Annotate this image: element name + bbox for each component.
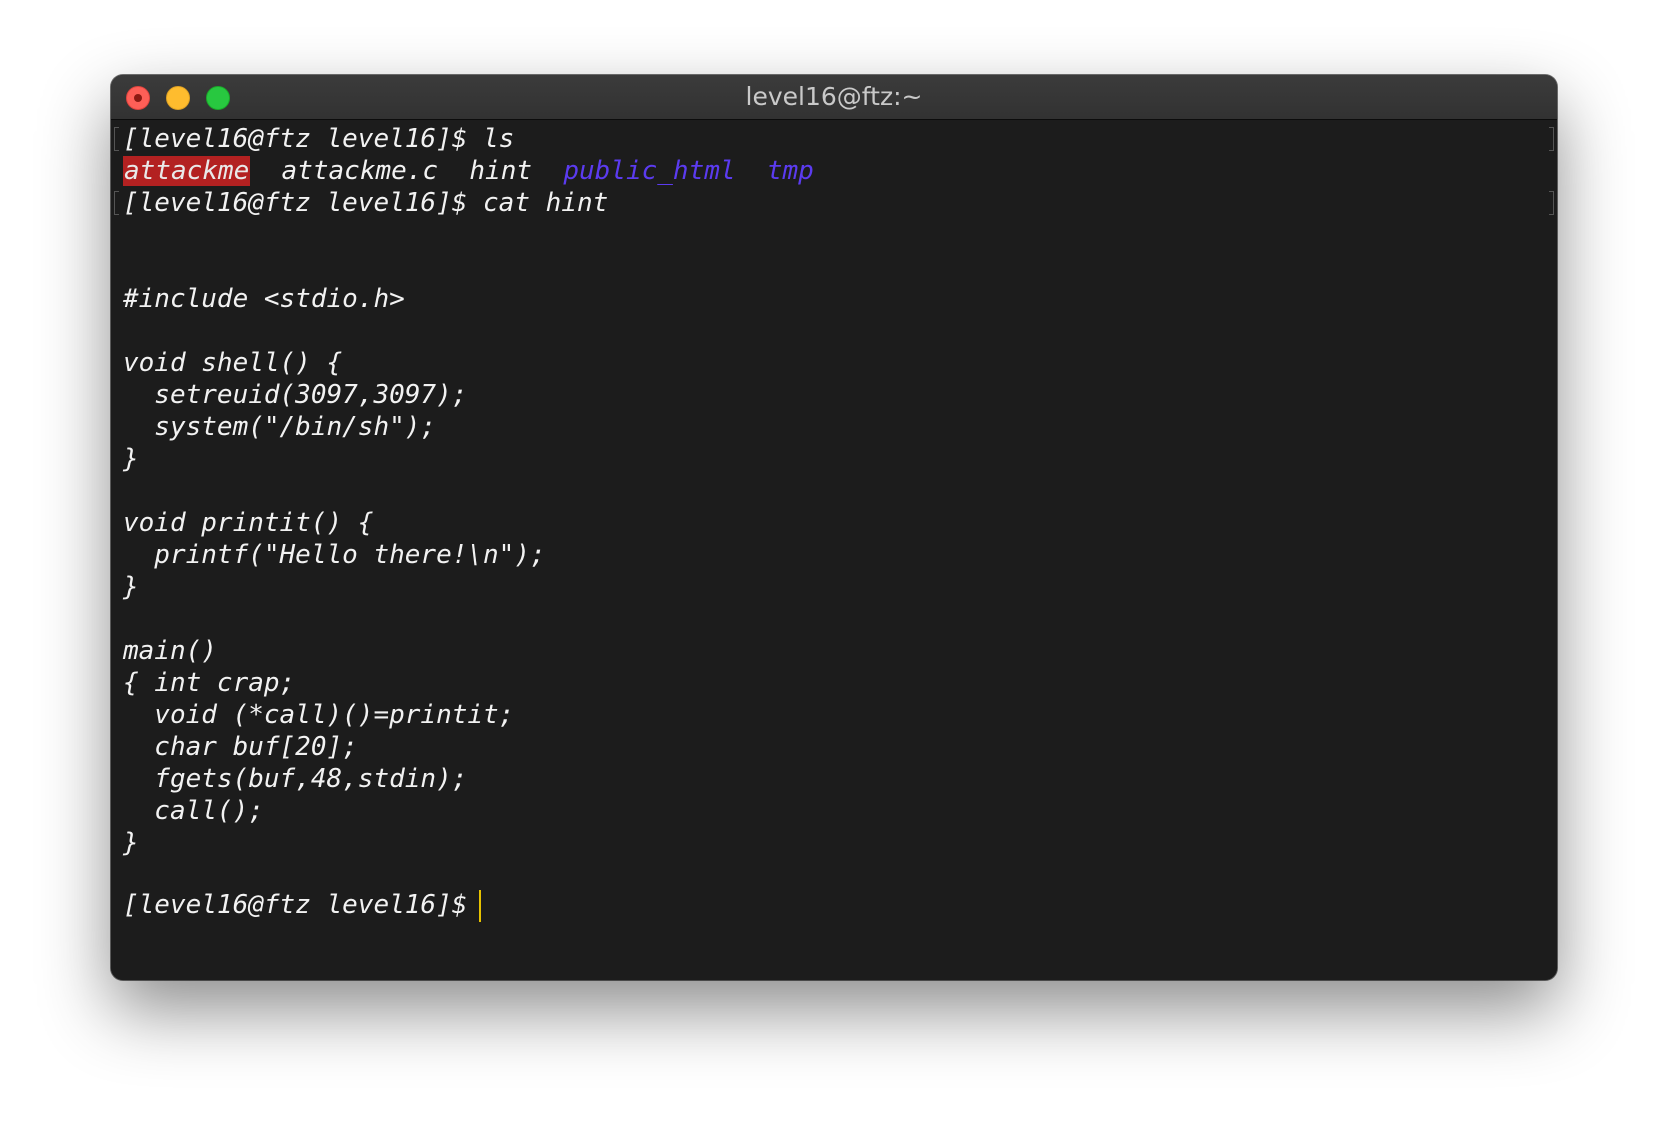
code-line: void (*call)()=printit; — [123, 700, 515, 730]
code-line: printf("Hello there!\n"); — [123, 540, 546, 570]
command-line-ls: [level16@ftz level16]$ ls — [123, 124, 515, 154]
code-line: } — [123, 828, 139, 858]
code-line: char buf[20]; — [123, 732, 358, 762]
code-line: setreuid(3097,3097); — [123, 380, 468, 410]
code-line: } — [123, 572, 139, 602]
code-line: fgets(buf,48,stdin); — [123, 764, 468, 794]
ls-item-file: hint — [469, 156, 533, 186]
ls-item-directory: public_html — [563, 156, 736, 186]
ls-output-line: attackme attackme.c hint public_html tmp — [123, 154, 814, 188]
code-line: void printit() { — [123, 508, 374, 538]
code-line: system("/bin/sh"); — [123, 412, 437, 442]
command-mark-right — [1549, 191, 1554, 215]
code-line: main() — [123, 636, 217, 666]
title-bar[interactable]: level16@ftz:~ — [111, 75, 1557, 120]
ls-item-directory: tmp — [766, 156, 814, 186]
terminal-window: level16@ftz:~ [level16@ftz level16]$ ls … — [111, 75, 1557, 980]
text-cursor — [479, 889, 482, 922]
terminal-content[interactable]: [level16@ftz level16]$ ls attackme attac… — [111, 120, 1557, 980]
ls-item-executable: attackme — [123, 156, 251, 186]
active-prompt-line[interactable]: [level16@ftz level16]$ — [123, 888, 482, 922]
command-mark-left — [114, 191, 119, 215]
code-line: { int crap; — [123, 668, 296, 698]
ls-item-file: attackme.c — [281, 156, 439, 186]
code-line: } — [123, 444, 139, 474]
command-mark-left — [114, 127, 119, 151]
command-line-cat: [level16@ftz level16]$ cat hint — [123, 188, 609, 218]
window-title: level16@ftz:~ — [745, 82, 923, 111]
command-mark-right — [1549, 127, 1554, 151]
code-line: #include <stdio.h> — [123, 284, 405, 314]
shell-prompt: [level16@ftz level16]$ — [123, 890, 468, 920]
code-line: call(); — [123, 796, 264, 826]
code-line: void shell() { — [123, 348, 343, 378]
